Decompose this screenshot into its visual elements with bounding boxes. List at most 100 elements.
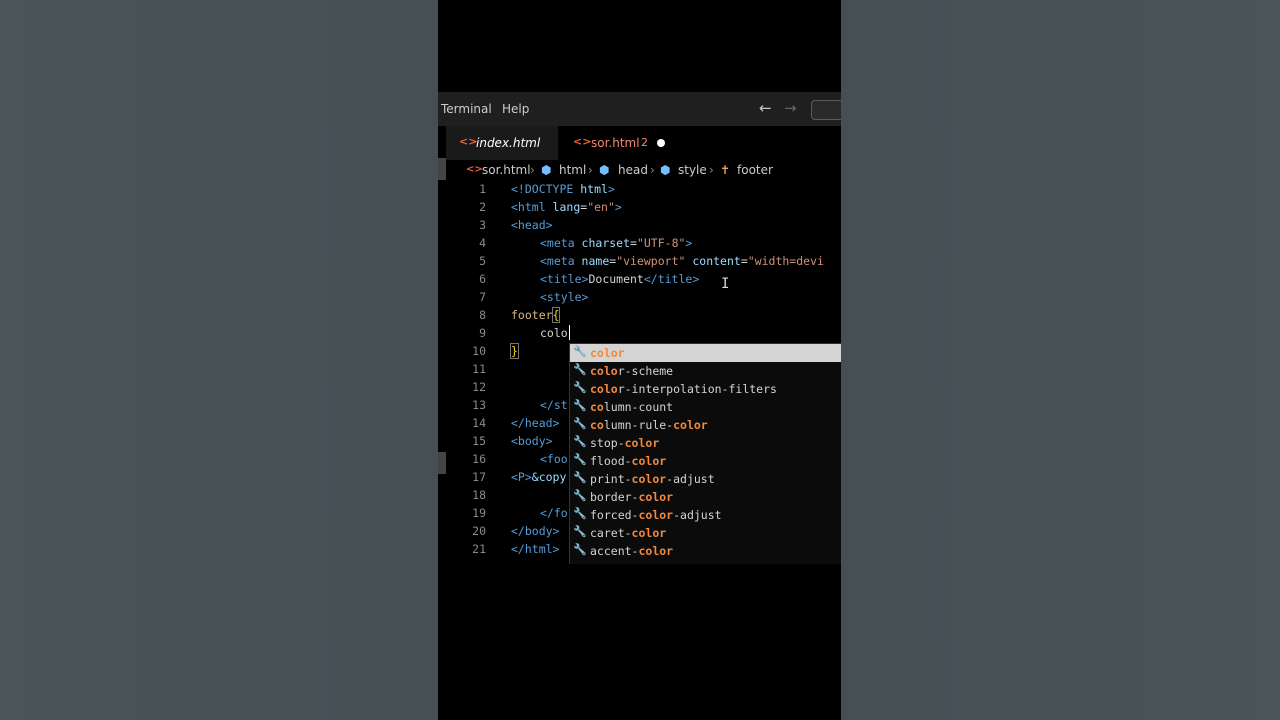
- menubar: Terminal Help ← →: [438, 92, 841, 126]
- autocomplete-list[interactable]: 🔧 color 🔧 color-scheme 🔧 color-interpolatio…: [569, 343, 841, 564]
- breadcrumb-item[interactable]: sor.html: [482, 163, 531, 177]
- video-frame: Terminal Help ← → <> index.html <> sor.h…: [438, 0, 841, 720]
- code-line-3: <head>: [511, 218, 553, 232]
- code-token: "viewport": [616, 254, 686, 268]
- wrench-icon: 🔧: [573, 525, 587, 538]
- line-number: 18: [472, 488, 486, 502]
- code-line-13: </st: [540, 398, 568, 412]
- ibeam-cursor-icon: I: [721, 276, 730, 292]
- suggestion-label: forced-color-adjust: [590, 508, 722, 522]
- line-number: 7: [479, 290, 486, 304]
- wrench-icon: 🔧: [573, 453, 587, 466]
- suggestion-item[interactable]: 🔧 forced-color-adjust: [570, 506, 841, 524]
- suggestion-item[interactable]: 🔧 caret-color: [570, 524, 841, 542]
- line-number: 15: [472, 434, 486, 448]
- code-line-19: </fo: [540, 506, 568, 520]
- suggestion-item[interactable]: 🔧 stop-color: [570, 434, 841, 452]
- suggestion-label: column-rule-color: [590, 418, 708, 432]
- suggestion-item[interactable]: 🔧 print-color-adjust: [570, 470, 841, 488]
- code-line-16: <foo: [540, 452, 568, 466]
- tab-sor-html[interactable]: <> sor.html 2: [560, 126, 680, 160]
- code-line-15: <body>: [511, 434, 553, 448]
- command-center-box[interactable]: [811, 100, 841, 120]
- suggestion-label: border-color: [590, 490, 674, 504]
- line-number: 17: [472, 470, 486, 484]
- code-token: </st: [540, 398, 568, 412]
- line-number: 2: [479, 200, 486, 214]
- code-line-6: <title>Document</title>: [540, 272, 699, 286]
- suggestion-label: color: [590, 346, 625, 360]
- breadcrumb-item[interactable]: style: [678, 163, 707, 177]
- breadcrumb-item[interactable]: head: [618, 163, 648, 177]
- line-number: 11: [472, 362, 486, 376]
- code-token: </html>: [511, 542, 560, 556]
- line-number: 6: [479, 272, 486, 286]
- suggestion-label: column-count: [590, 400, 674, 414]
- code-token: >: [607, 182, 615, 196]
- line-number: 4: [479, 236, 486, 250]
- line-number: 16: [472, 452, 486, 466]
- code-token: colo: [540, 326, 568, 340]
- arrow-left-icon[interactable]: ←: [759, 99, 772, 117]
- wrench-icon: 🔧: [573, 435, 587, 448]
- code-token: =: [630, 236, 637, 250]
- suggestion-label: print-color-adjust: [590, 472, 715, 486]
- breadcrumb-item[interactable]: html: [559, 163, 586, 177]
- code-token: <meta: [540, 254, 575, 268]
- breadcrumb: <> sor.html › ⬢ html › ⬢ head › ⬢ style …: [438, 160, 841, 180]
- code-line-1: <!DOCTYPE html>: [511, 182, 615, 196]
- code-line-7: <style>: [540, 290, 588, 304]
- line-number: 19: [472, 506, 486, 520]
- code-icon: <>: [573, 135, 592, 148]
- tab-index-html[interactable]: <> index.html: [446, 126, 558, 160]
- code-line-17: <P>&copy: [511, 470, 566, 484]
- wrench-icon: 🔧: [573, 399, 587, 412]
- unsaved-dot-icon[interactable]: [657, 139, 665, 147]
- suggestion-label: accent-color: [590, 544, 674, 558]
- code-token: name: [574, 254, 610, 268]
- menu-help[interactable]: Help: [502, 102, 529, 116]
- menu-terminal[interactable]: Terminal: [441, 102, 492, 116]
- tab-bar: <> index.html <> sor.html 2: [438, 126, 841, 160]
- code-editor[interactable]: 1 2 3 4 5 6 7 8 9 10 11 12 13 14 15 16 1…: [438, 180, 841, 570]
- suggestion-item[interactable]: 🔧 border-color: [570, 488, 841, 506]
- suggestion-item[interactable]: 🔧 color-interpolation-filters: [570, 380, 841, 398]
- scroll-indicator: [438, 158, 446, 180]
- code-token: <style>: [540, 290, 589, 304]
- code-token: </fo: [540, 506, 568, 520]
- suggestion-item[interactable]: 🔧 color: [570, 344, 841, 362]
- code-token: html: [573, 182, 608, 196]
- code-token: footer: [511, 308, 553, 322]
- problems-count: 2: [641, 136, 648, 149]
- wrench-icon: 🔧: [573, 363, 587, 376]
- arrow-right-icon[interactable]: →: [784, 99, 797, 117]
- suggestion-item[interactable]: 🔧 color-scheme: [570, 362, 841, 380]
- wrench-icon: 🔧: [573, 345, 587, 358]
- suggestion-item[interactable]: 🔧 column-count: [570, 398, 841, 416]
- wrench-icon: 🔧: [573, 543, 587, 556]
- code-line-8: footer{: [511, 307, 561, 323]
- suggestion-item[interactable]: 🔧 column-rule-color: [570, 416, 841, 434]
- code-token: </head>: [511, 416, 560, 430]
- chevron-right-icon: ›: [588, 163, 593, 177]
- suggestion-label: color-interpolation-filters: [590, 382, 777, 396]
- line-number: 20: [472, 524, 486, 538]
- suggestion-label: stop-color: [590, 436, 660, 450]
- tab-label: sor.html: [591, 136, 640, 150]
- code-icon: <>: [459, 135, 478, 148]
- code-token: <foo: [540, 452, 568, 466]
- line-number: 3: [479, 218, 486, 232]
- code-token: <!DOCTYPE: [511, 182, 574, 196]
- line-number: 9: [479, 326, 486, 340]
- tab-label: index.html: [476, 136, 541, 150]
- breadcrumb-item[interactable]: footer: [737, 163, 773, 177]
- cube-icon: ⬢: [599, 163, 610, 177]
- chevron-right-icon: ›: [709, 163, 714, 177]
- suggestion-item[interactable]: 🔧 accent-color: [570, 542, 841, 560]
- line-number: 14: [472, 416, 486, 430]
- line-number: 8: [479, 308, 486, 322]
- wrench-icon: 🔧: [573, 381, 587, 394]
- suggestion-item[interactable]: 🔧 flood-color: [570, 452, 841, 470]
- code-token: Document: [588, 272, 644, 286]
- code-token: content: [685, 254, 741, 268]
